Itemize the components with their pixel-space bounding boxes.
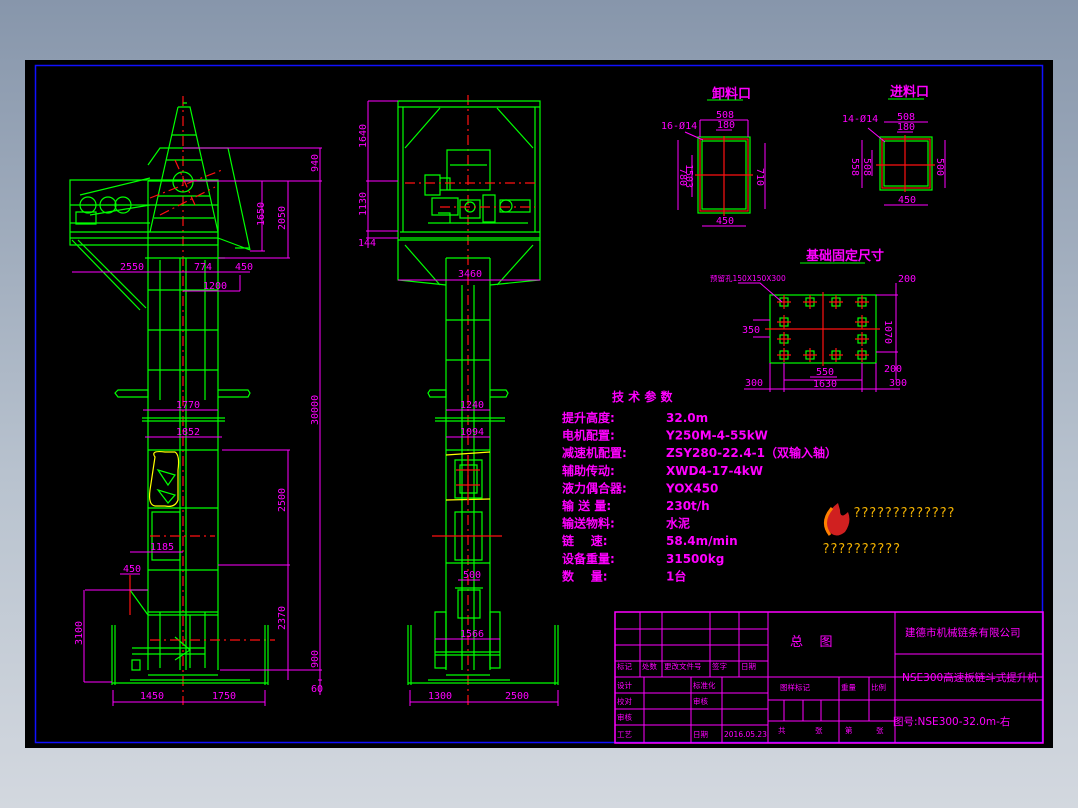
tb-weight: 重量: [841, 683, 856, 692]
dim-60: 60: [311, 684, 323, 695]
inlet-holes: 14-Ø14: [842, 113, 878, 125]
tb-review: 审核: [693, 696, 708, 706]
dim-450-top: 450: [235, 262, 253, 273]
tb-process: 工艺: [617, 730, 632, 739]
logo-text-line2: ??????????: [822, 542, 900, 557]
dim-1240: 1240: [460, 400, 484, 411]
dim-1450: 1450: [140, 691, 164, 702]
outlet-height-inner: 710: [754, 168, 765, 186]
param-label: 数 量:: [562, 568, 608, 583]
param-label: 输 送 量:: [562, 498, 611, 513]
tb-sheet: 张: [876, 726, 884, 735]
dim-2370: 2370: [277, 606, 288, 630]
tb-drawing-number: 图号:NSE300-32.0m-右: [893, 715, 1010, 728]
param-label: 液力偶合器:: [562, 480, 627, 495]
dim-1094: 1094: [460, 427, 484, 438]
dim-1566: 1566: [460, 629, 484, 640]
foundation-dim-350: 350: [742, 325, 760, 336]
dim-1750: 1750: [212, 691, 236, 702]
tb-date-value: 2016.05.23: [724, 730, 767, 739]
tb-sample-mark: 图样标记: [780, 682, 810, 692]
logo-text-line1: ?????????????: [853, 506, 955, 521]
dim-2550: 2550: [120, 262, 144, 273]
param-value: 水泥: [666, 516, 690, 531]
tb-total: 共: [778, 726, 786, 735]
param-label: 提升高度:: [562, 410, 615, 425]
inlet-height-outer: 558: [849, 158, 860, 176]
dim-940: 940: [310, 154, 321, 172]
dim-1300: 1300: [428, 691, 452, 702]
dim-900: 900: [310, 650, 321, 668]
tb-product-name: NSE300高速板链斗式提升机: [902, 671, 1038, 684]
dim-774: 774: [194, 262, 212, 273]
dim-1185: 1185: [150, 542, 174, 553]
tb-change-doc: 更改文件号: [664, 661, 702, 671]
dim-3100: 3100: [74, 621, 85, 645]
tb-scale: 比例: [871, 682, 886, 692]
outlet-width-bottom: 450: [716, 216, 734, 227]
dim-2050: 2050: [277, 206, 288, 230]
dim-1852: 1852: [176, 427, 200, 438]
param-value: 31500kg: [666, 552, 724, 566]
foundation-dim-300-left: 300: [745, 378, 763, 389]
dim-3460: 3460: [458, 269, 482, 280]
foundation-dim-300-right: 300: [889, 378, 907, 389]
dim-450-inlet: 450: [123, 564, 141, 575]
tb-signature: 签字: [712, 661, 727, 671]
dim-1640: 1640: [358, 124, 369, 148]
dim-1650: 1650: [256, 202, 267, 226]
tb-company: 建德市机械链条有限公司: [905, 626, 1021, 639]
param-value: 1台: [666, 568, 686, 583]
param-value: 58.4m/min: [666, 534, 738, 548]
tb-approve: 审核: [617, 712, 632, 722]
param-label: 设备重量:: [562, 551, 615, 566]
inlet-height-right: 500: [934, 158, 945, 176]
dim-500: 500: [463, 570, 481, 581]
tb-count: 处数: [642, 661, 657, 671]
foundation-title: 基础固定尺寸: [805, 248, 884, 264]
outlet-width-inner: 180: [717, 120, 735, 131]
params-title: 技 术 参 数: [612, 389, 674, 404]
dim-2500: 2500: [277, 488, 288, 512]
foundation-dim-200-top: 200: [898, 274, 916, 285]
outlet-height-mid: 1503: [683, 164, 694, 188]
dim-144: 144: [358, 238, 376, 249]
param-label: 电机配置:: [562, 428, 615, 443]
param-label: 辅助传动:: [562, 463, 615, 478]
param-value: ZSY280-22.4-1（双输入轴）: [666, 445, 837, 460]
tb-date-header: 日期: [741, 662, 756, 671]
param-value: YOX450: [665, 481, 718, 495]
param-label: 链 速:: [562, 533, 608, 548]
tb-design: 设计: [617, 680, 632, 690]
tb-nth: 第: [845, 725, 853, 735]
tb-check: 校对: [617, 696, 632, 706]
dim-2500-base: 2500: [505, 691, 529, 702]
foundation-note: 预留孔150X150X300: [710, 273, 786, 283]
param-label: 输送物料:: [562, 516, 615, 531]
tb-standardize: 标准化: [693, 680, 716, 690]
cad-drawing-canvas[interactable]: 2550 774 450 1200 940 1650 2050 30000 17…: [0, 0, 1078, 808]
tb-mark: 标记: [617, 661, 632, 671]
foundation-dim-200-bottom: 200: [884, 364, 902, 375]
tb-date-label: 日期: [693, 730, 708, 739]
param-label: 减速机配置:: [562, 445, 627, 460]
tb-sheets: 张: [815, 726, 823, 735]
foundation-dim-1630: 1630: [813, 379, 837, 390]
dim-30000: 30000: [310, 395, 321, 425]
dim-1130: 1130: [358, 192, 369, 216]
inlet-width-inner: 180: [897, 122, 915, 133]
param-value: 230t/h: [666, 499, 710, 513]
outlet-holes: 16-Ø14: [661, 120, 697, 132]
inlet-title: 进料口: [890, 84, 929, 100]
inlet-width-bottom: 450: [898, 195, 916, 206]
foundation-dim-550: 550: [816, 367, 834, 378]
tb-drawing-name: 总 图: [790, 635, 833, 650]
param-value: XWD4-17-4kW: [666, 464, 763, 478]
param-value: 32.0m: [666, 411, 708, 425]
foundation-dim-1070: 1070: [882, 320, 893, 344]
param-value: Y250M-4-55kW: [665, 429, 768, 443]
inlet-height-inner: 508: [861, 158, 872, 176]
dim-1770: 1770: [176, 400, 200, 411]
dim-1200: 1200: [203, 281, 227, 292]
